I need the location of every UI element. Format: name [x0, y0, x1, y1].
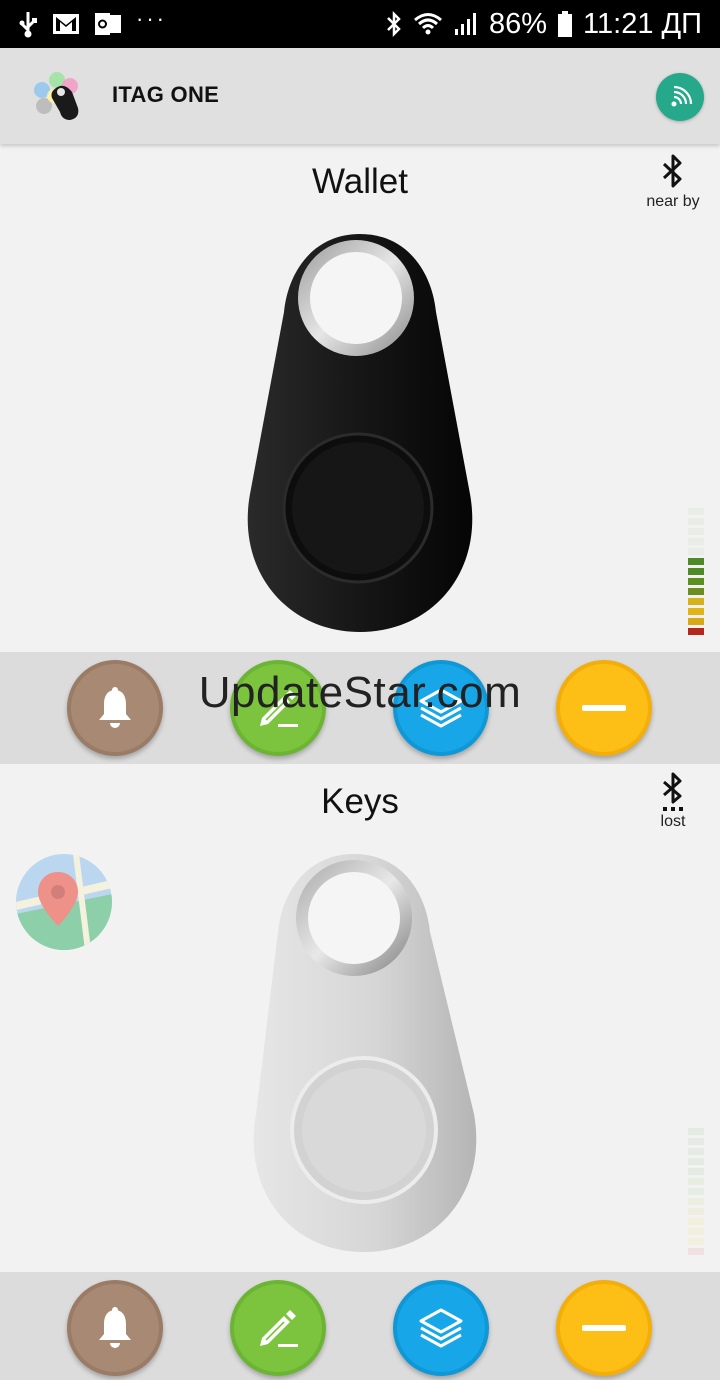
gmail-icon [52, 12, 80, 36]
minus-icon [582, 1325, 626, 1331]
tag-card-keys[interactable]: Keys lost [0, 764, 720, 1272]
status-right: 86% 11:21 ДП [385, 8, 702, 41]
connection-button[interactable] [656, 73, 704, 121]
app-logo-icon [34, 72, 79, 120]
map-pin-icon [16, 854, 112, 950]
tag-name: Wallet [312, 162, 408, 201]
remove-button[interactable] [556, 1280, 652, 1376]
bluetooth-status-label: near by [646, 193, 700, 210]
edit-button[interactable] [230, 1280, 326, 1376]
tag-name: Keys [321, 782, 399, 821]
itag-device-white[interactable] [248, 852, 484, 1254]
layers-icon [419, 1308, 463, 1348]
bluetooth-status: near by [638, 152, 708, 211]
status-left: ··· [18, 6, 167, 38]
signal-strength-meter [688, 508, 704, 635]
status-bar: ··· 86% 11:21 ДП [0, 0, 720, 48]
bluetooth-icon [662, 154, 682, 188]
bluetooth-icon [385, 10, 403, 38]
bluetooth-status-label: lost [660, 813, 686, 830]
more-notifications: ··· [136, 6, 167, 31]
wifi-icon [413, 11, 443, 37]
signal-strength-meter [688, 1128, 704, 1255]
outlook-icon [94, 12, 122, 36]
battery-percent: 86% [488, 7, 548, 40]
bell-icon [99, 1307, 131, 1348]
bluetooth-lost-icon [663, 772, 683, 811]
bluetooth-status: lost [638, 772, 708, 831]
signal-waves-icon [671, 85, 693, 107]
alert-button[interactable] [67, 1280, 163, 1376]
layers-button[interactable] [393, 1280, 489, 1376]
app-bar: ITAG ONE [0, 48, 720, 144]
clock: 11:21 ДП [583, 7, 702, 40]
action-bar-keys [0, 1272, 720, 1380]
app-title: ITAG ONE [112, 82, 220, 107]
tag-card-wallet[interactable]: Wallet near by [0, 144, 720, 652]
battery-icon [557, 10, 573, 38]
itag-device-black[interactable] [242, 232, 478, 634]
cell-signal-icon [453, 11, 479, 37]
map-location-button[interactable] [16, 854, 112, 950]
usb-icon [18, 10, 38, 38]
pencil-icon [260, 1310, 298, 1347]
watermark: UpdateStar.com [198, 668, 522, 717]
